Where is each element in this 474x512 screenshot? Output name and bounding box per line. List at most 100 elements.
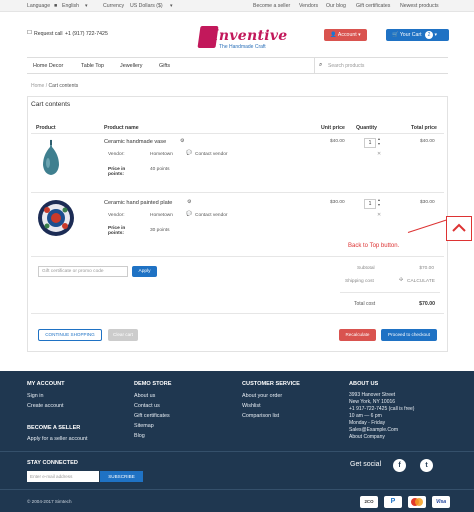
footer-link-order[interactable]: About your order (242, 393, 282, 399)
footer-link-gift[interactable]: Gift certificates (134, 413, 170, 419)
link-become-seller[interactable]: Become a seller (253, 3, 290, 9)
facebook-icon[interactable]: f (393, 459, 406, 472)
search-input[interactable]: Search products (328, 63, 364, 69)
vendor-label: Vendor: (108, 213, 125, 218)
nav-item-jewellery[interactable]: Jewellery (120, 63, 142, 69)
column-header-product: Product (36, 125, 56, 131)
user-icon: 👤 (330, 32, 337, 38)
points-label: Price in points: (108, 167, 126, 177)
footer-link-wishlist[interactable]: Wishlist (242, 403, 261, 409)
quantity-stepper[interactable]: ▲ ▼ (376, 198, 382, 210)
chevron-down-icon: ▾ (358, 32, 361, 38)
chat-icon: 💬 (186, 212, 192, 217)
link-gift-certificates[interactable]: Gift certificates (356, 3, 390, 9)
subtotal-value: $70.00 (419, 266, 434, 271)
link-newest-products[interactable]: Newest products (400, 3, 439, 9)
recalculate-button[interactable]: Recalculate (339, 329, 376, 341)
footer-link-create-account[interactable]: Create account (27, 403, 64, 409)
footer-link-sign-in[interactable]: Sign in (27, 393, 43, 399)
footer-link-sitemap[interactable]: Sitemap (134, 423, 154, 429)
product-image-vase[interactable] (36, 137, 66, 177)
footer-heading: BECOME A SELLER (27, 425, 81, 431)
divider (314, 58, 315, 73)
delete-icon[interactable]: ✕ (377, 213, 381, 218)
nav-item-home-decor[interactable]: Home Decor (33, 63, 63, 69)
link-blog[interactable]: Our blog (326, 3, 346, 9)
quantity-input[interactable]: 1 (364, 199, 376, 209)
back-to-top-button[interactable] (446, 216, 472, 241)
search-icon[interactable]: ⌕ (319, 62, 322, 69)
column-header-unit-price: Unit price (321, 125, 345, 131)
main-nav: Home Decor Table Top Jewellery Gifts ⌕ S… (27, 57, 448, 74)
clear-cart-button[interactable]: Clear cart (108, 329, 138, 341)
footer-address: 3993 Hanover Street (349, 392, 396, 398)
footer-address: New York, NY 10016 (349, 399, 396, 405)
chevron-down-icon: ▾ (170, 3, 173, 9)
footer-link-comparison[interactable]: Comparison list (242, 413, 279, 419)
footer-link-contact[interactable]: Contact us (134, 403, 160, 409)
chevron-down-icon: ▾ (85, 3, 88, 9)
info-icon[interactable]: ⚙ (187, 200, 191, 205)
account-button[interactable]: 👤 Account ▾ (324, 29, 367, 41)
subscribe-button[interactable]: SUBSCRIBE (100, 471, 143, 482)
copyright: © 2004-2017 Simtech (27, 499, 72, 504)
column-header-total-price: Total price (411, 125, 437, 131)
total-price: $40.00 (420, 139, 435, 144)
footer-heading: CUSTOMER SERVICE (242, 381, 300, 387)
apply-button[interactable]: Apply (132, 266, 157, 277)
nav-item-gifts[interactable]: Gifts (159, 63, 170, 69)
request-call-link[interactable]: Request call (34, 31, 63, 37)
payment-mastercard-icon (408, 496, 426, 508)
continue-shopping-button[interactable]: CONTINUE SHOPPING (38, 329, 102, 341)
footer-heading: ABOUT US (349, 381, 379, 387)
page-title: Cart contents (31, 101, 71, 108)
twitter-icon[interactable]: t (420, 459, 433, 472)
nav-item-table-top[interactable]: Table Top (81, 63, 104, 69)
quantity-stepper[interactable]: ▲ ▼ (376, 137, 382, 149)
calculator-icon: ✣ (399, 278, 404, 283)
delete-icon[interactable]: ✕ (377, 152, 381, 157)
footer-link-seller-apply[interactable]: Apply for a seller account (27, 436, 88, 442)
vendor-label: Vendor: (108, 152, 125, 157)
newsletter-email-input[interactable]: Enter e-mail address (27, 471, 99, 482)
currency-select[interactable]: US Dollars ($) (130, 3, 163, 9)
product-name-link[interactable]: Ceramic hand painted plate (104, 200, 172, 206)
phone-icon: ☐ (27, 30, 32, 36)
promo-code-input[interactable]: Gift certificate or promo code (38, 266, 128, 277)
calculate-link[interactable]: CALCULATE (407, 279, 435, 284)
footer-email[interactable]: Sales@Example.Com (349, 427, 398, 433)
cart-icon: 🛒 (392, 32, 399, 38)
points-label: Price in points: (108, 226, 126, 236)
product-image-plate[interactable] (36, 198, 76, 238)
contact-vendor-link[interactable]: Contact vendor (195, 152, 228, 157)
currency-label: Currency (103, 3, 125, 9)
footer-link-blog[interactable]: Blog (134, 433, 145, 439)
divider (31, 133, 444, 134)
unit-price: $30.00 (330, 200, 345, 205)
language-flag-icon: ■ (54, 3, 58, 9)
footer-phone: +1 917-722-7425 (call is free) (349, 406, 415, 412)
info-icon[interactable]: ⚙ (180, 139, 184, 144)
divider (340, 292, 440, 293)
vendor-link[interactable]: Hometown (150, 213, 173, 218)
chevron-up-icon (452, 223, 466, 232)
breadcrumb-current: Cart contents (48, 83, 79, 89)
product-name-link[interactable]: Ceramic handmade vase (104, 139, 166, 145)
link-vendors[interactable]: Vendors (299, 3, 318, 9)
breadcrumb: Home / Cart contents (31, 83, 79, 89)
breadcrumb-home[interactable]: Home (31, 83, 44, 89)
annotation-label: Back to Top button. (348, 243, 400, 249)
language-select[interactable]: English (62, 3, 79, 9)
site-logo[interactable]: Inventive (212, 28, 287, 44)
contact-vendor-link[interactable]: Contact vendor (195, 213, 228, 218)
top-bar: Language ■ English ▾ Currency US Dollars… (0, 0, 474, 12)
footer-hours: 10 am — 6 pm (349, 413, 382, 419)
shipping-label: Shipping cost (345, 279, 374, 284)
quantity-input[interactable]: 1 (364, 138, 376, 148)
vendor-link[interactable]: Hometown (150, 152, 173, 157)
footer-link-about-company[interactable]: About Company (349, 434, 385, 440)
checkout-button[interactable]: Proceed to checkout (381, 329, 437, 341)
chevron-down-icon: ▾ (434, 32, 438, 38)
cart-button[interactable]: 🛒 Your Cart 2 ▾ (386, 29, 449, 41)
footer-link-about[interactable]: About us (134, 393, 155, 399)
